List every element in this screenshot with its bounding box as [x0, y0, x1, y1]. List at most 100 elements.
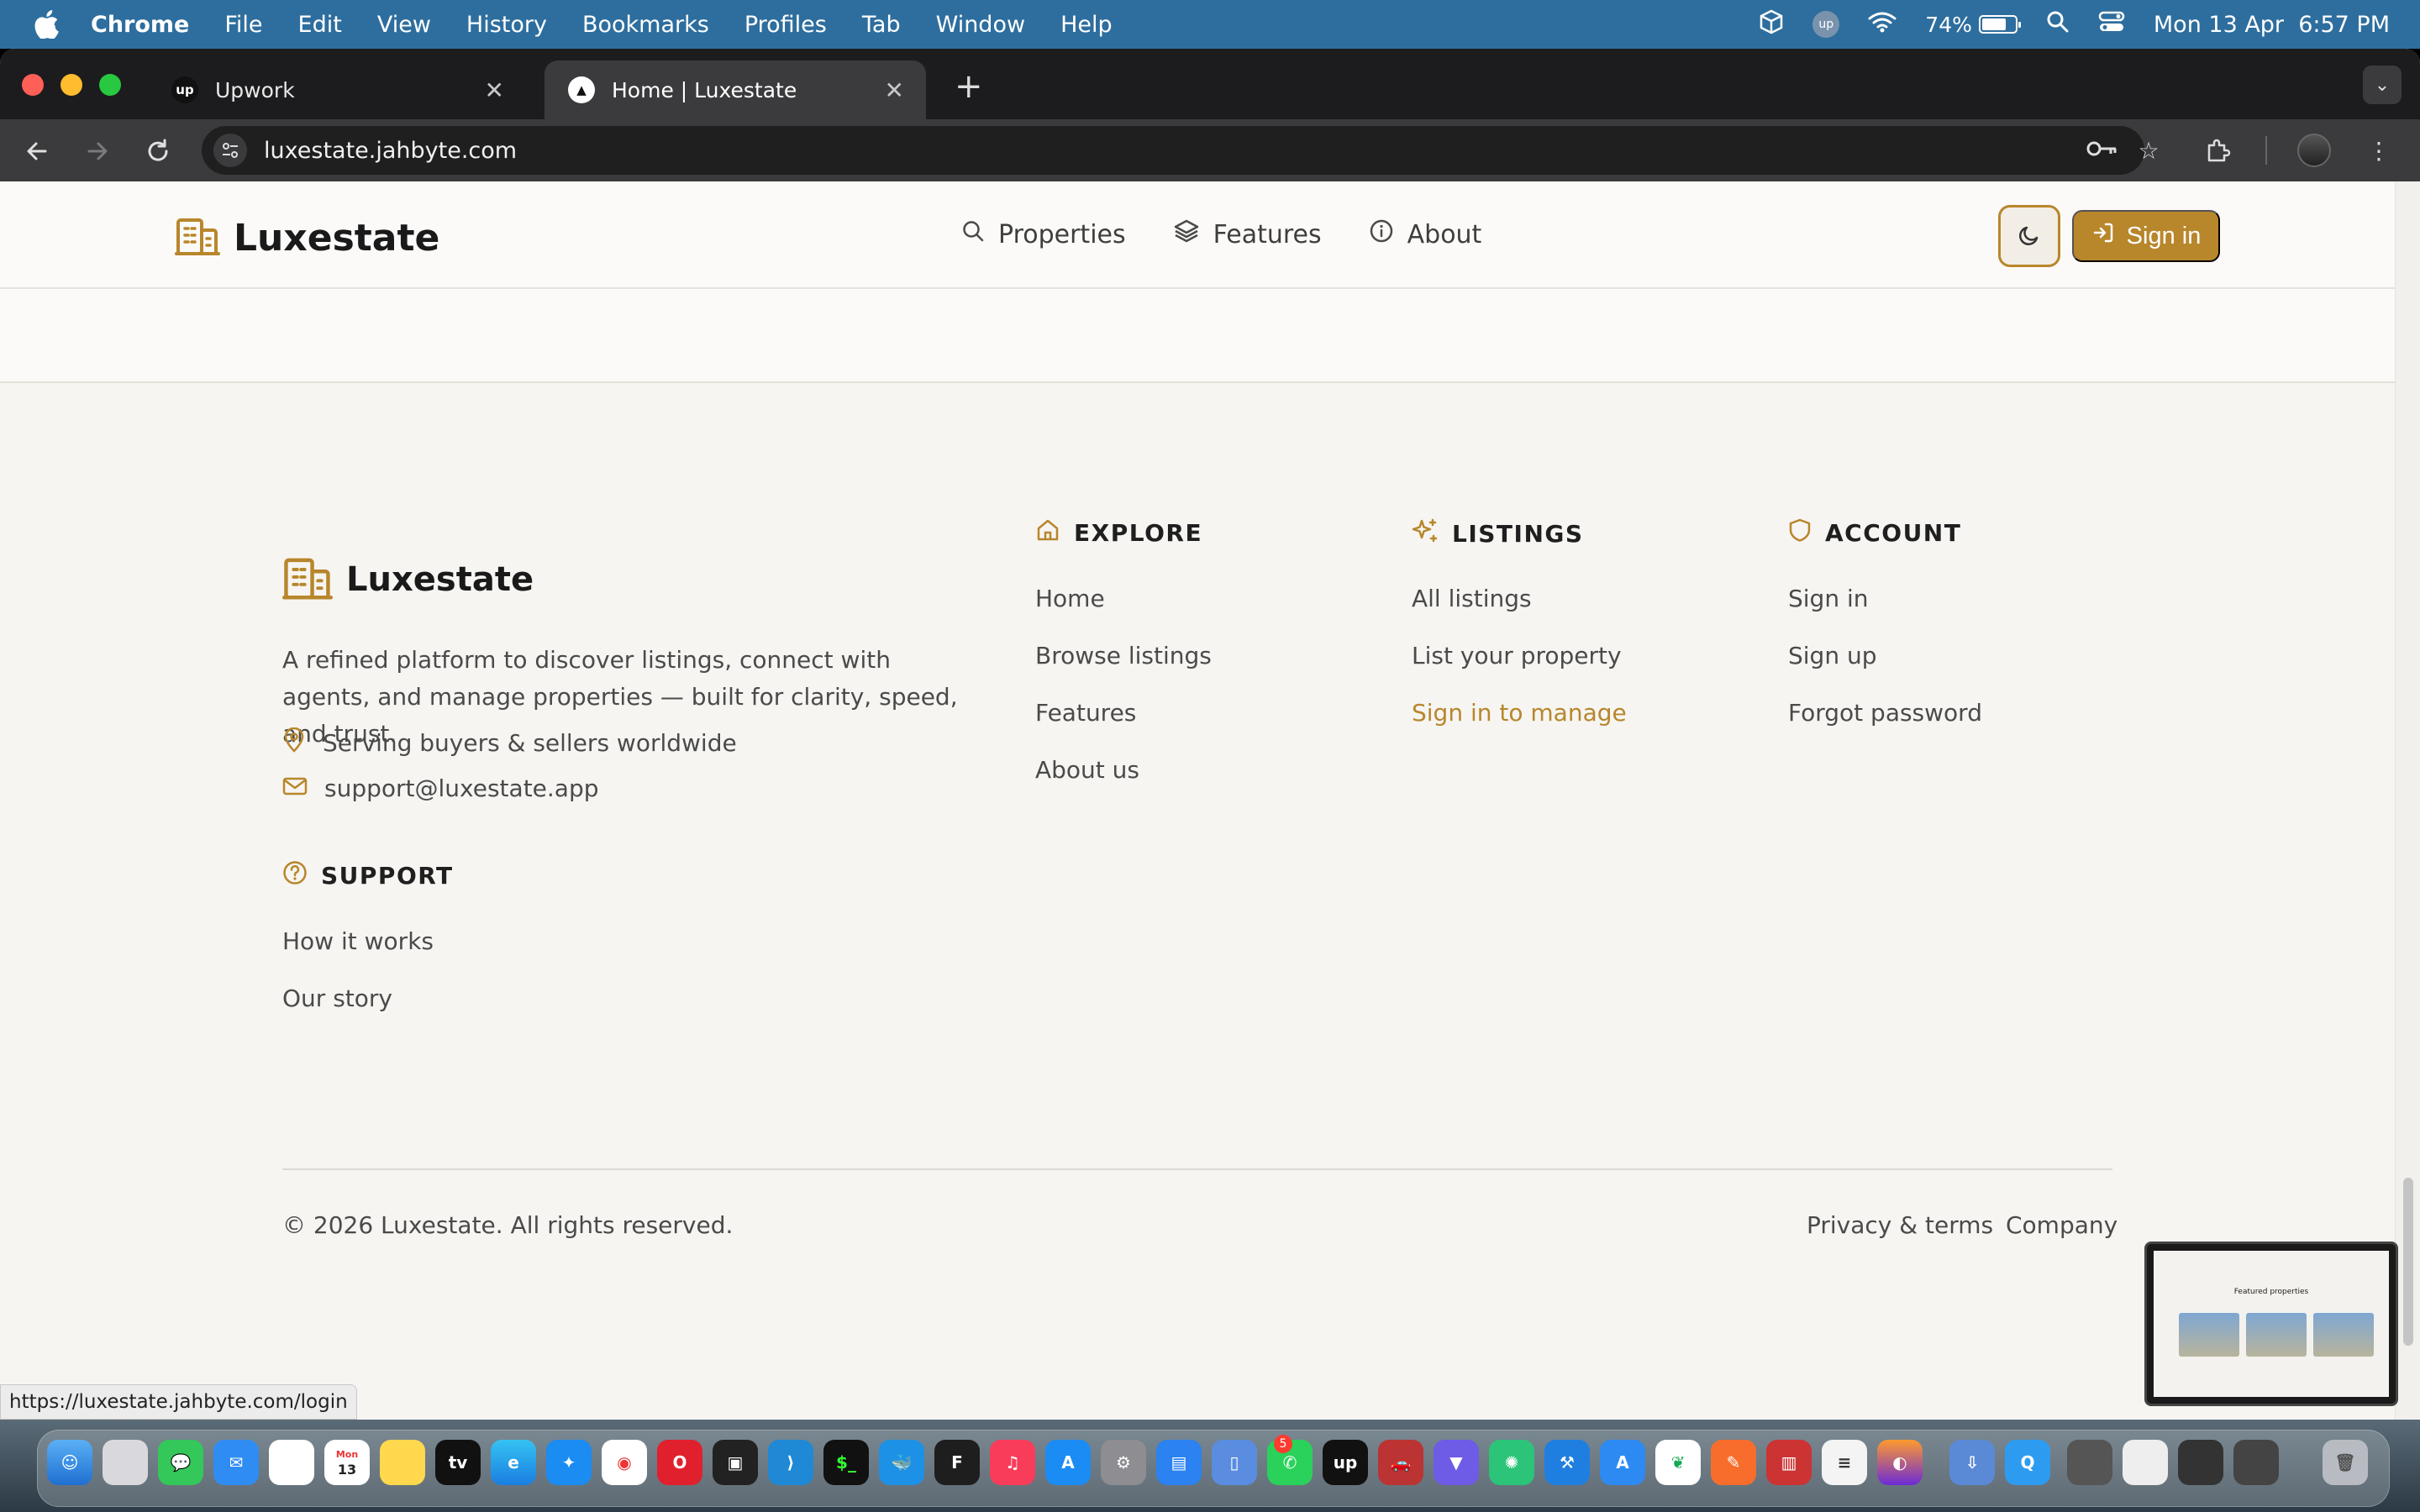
scrollbar-thumb[interactable]: [2403, 1178, 2413, 1346]
recent-window-thumbnail[interactable]: [2233, 1440, 2279, 1485]
mongodb-icon[interactable]: ❦: [1655, 1440, 1701, 1485]
upwork-app-icon[interactable]: up: [1323, 1440, 1368, 1485]
address-bar[interactable]: luxestate.jahbyte.com: [202, 126, 2144, 175]
car-app-icon[interactable]: 🚗: [1378, 1440, 1423, 1485]
firefox-icon[interactable]: ◐: [1877, 1440, 1923, 1485]
figma-icon[interactable]: F: [934, 1440, 980, 1485]
archiver-icon[interactable]: ▥: [1766, 1440, 1812, 1485]
system-settings-icon[interactable]: ⚙: [1101, 1440, 1146, 1485]
footer-link-features[interactable]: Features: [1035, 699, 1136, 727]
new-tab-button[interactable]: +: [955, 67, 983, 106]
footer-logo[interactable]: Luxestate: [282, 554, 534, 605]
terminal-icon[interactable]: $_: [823, 1440, 869, 1485]
picture-in-picture-preview[interactable]: Featured properties: [2144, 1242, 2398, 1406]
downloads-folder-icon[interactable]: ⇩: [1949, 1440, 1995, 1485]
footer-link-our-story[interactable]: Our story: [282, 984, 392, 1012]
apple-tv-icon[interactable]: tv: [435, 1440, 481, 1485]
edge-icon[interactable]: e: [491, 1440, 536, 1485]
cube-app-icon[interactable]: ▣: [713, 1440, 758, 1485]
docker-icon[interactable]: 🐳: [879, 1440, 924, 1485]
close-tab-icon[interactable]: ✕: [485, 76, 504, 104]
calendar-icon[interactable]: Mon 13: [324, 1440, 370, 1485]
launchpad-icon[interactable]: [103, 1440, 148, 1485]
menu-profiles[interactable]: Profiles: [744, 12, 827, 38]
menu-help[interactable]: Help: [1060, 12, 1113, 38]
header-signin-button[interactable]: Sign in: [2072, 210, 2220, 262]
forward-arrow-icon[interactable]: [81, 134, 114, 168]
simulator-icon[interactable]: ▯: [1212, 1440, 1257, 1485]
control-center-icon[interactable]: [2098, 10, 2125, 39]
trash-icon[interactable]: 🗑: [2323, 1440, 2368, 1485]
battery-indicator[interactable]: 74%: [1925, 13, 2021, 37]
quicktime-icon[interactable]: Q: [2005, 1440, 2050, 1485]
page-scrollbar[interactable]: [2395, 181, 2420, 1420]
apple-menu-icon[interactable]: [30, 8, 62, 40]
chrome-menu-kebab-icon[interactable]: ⋮: [2361, 133, 2396, 168]
box-status-icon[interactable]: [1759, 9, 1784, 40]
footer-link-sign-in[interactable]: Sign in: [1788, 585, 1869, 612]
menu-file[interactable]: File: [224, 12, 262, 38]
extensions-puzzle-icon[interactable]: [2200, 133, 2235, 168]
fullscreen-window-button[interactable]: [99, 74, 121, 96]
theme-toggle-button[interactable]: [1998, 205, 2060, 267]
opera-icon[interactable]: O: [657, 1440, 702, 1485]
close-tab-icon[interactable]: ✕: [885, 76, 904, 104]
textedit-icon[interactable]: ≡: [1822, 1440, 1867, 1485]
menu-app-name[interactable]: Chrome: [91, 12, 189, 38]
footer-link-forgot-password[interactable]: Forgot password: [1788, 699, 1982, 727]
password-key-icon[interactable]: [2086, 137, 2119, 165]
menu-history[interactable]: History: [466, 12, 547, 38]
close-window-button[interactable]: [22, 74, 44, 96]
footer-link-company[interactable]: Company: [2006, 1211, 2118, 1239]
footer-link-all-listings[interactable]: All listings: [1412, 585, 1532, 612]
recent-window-thumbnail[interactable]: [2123, 1440, 2168, 1485]
vscode-icon[interactable]: ⟩: [768, 1440, 813, 1485]
recent-window-thumbnail[interactable]: [2178, 1440, 2223, 1485]
footer-link-how-it-works[interactable]: How it works: [282, 927, 434, 955]
site-info-icon[interactable]: [213, 134, 247, 167]
nav-features[interactable]: Features: [1173, 218, 1322, 250]
xcode-icon[interactable]: ⚒: [1544, 1440, 1590, 1485]
footer-email[interactable]: support@luxestate.app: [282, 774, 599, 802]
menu-window[interactable]: Window: [936, 12, 1025, 38]
mail-app-icon[interactable]: ✉: [213, 1440, 259, 1485]
nav-properties[interactable]: Properties: [961, 218, 1126, 250]
files-icon[interactable]: ▤: [1156, 1440, 1202, 1485]
tab-upwork[interactable]: up Upwork ✕: [148, 60, 526, 119]
music-icon[interactable]: ♫: [990, 1440, 1035, 1485]
back-arrow-icon[interactable]: [20, 134, 54, 168]
app-store-icon[interactable]: A: [1045, 1440, 1091, 1485]
chatgpt-icon[interactable]: ✺: [1489, 1440, 1534, 1485]
footer-link-home[interactable]: Home: [1035, 585, 1105, 612]
notes-icon[interactable]: [380, 1440, 425, 1485]
site-logo[interactable]: Luxestate: [175, 215, 439, 260]
safari-icon[interactable]: ✦: [546, 1440, 592, 1485]
menu-bookmarks[interactable]: Bookmarks: [582, 12, 709, 38]
photos-icon[interactable]: ✿: [269, 1440, 314, 1485]
instruments-icon[interactable]: A: [1600, 1440, 1645, 1485]
tab-luxestate[interactable]: ▲ Home | Luxestate ✕: [544, 60, 926, 119]
footer-link-sign-up[interactable]: Sign up: [1788, 642, 1877, 669]
postman-icon[interactable]: ✎: [1711, 1440, 1756, 1485]
menu-edit[interactable]: Edit: [298, 12, 342, 38]
footer-link-privacy-terms[interactable]: Privacy & terms: [1807, 1211, 1993, 1239]
footer-link-browse-listings[interactable]: Browse listings: [1035, 642, 1212, 669]
finder-icon[interactable]: ☺: [47, 1440, 92, 1485]
messages-icon[interactable]: 💬: [158, 1440, 203, 1485]
reload-icon[interactable]: [141, 134, 175, 168]
menubar-clock[interactable]: Mon 13 Apr 6:57 PM: [2154, 12, 2390, 38]
profile-avatar[interactable]: [2297, 134, 2331, 167]
proton-vpn-icon[interactable]: ▼: [1434, 1440, 1479, 1485]
chrome-icon[interactable]: ◉: [602, 1440, 647, 1485]
footer-link-about-us[interactable]: About us: [1035, 756, 1139, 784]
menu-view[interactable]: View: [377, 12, 431, 38]
bookmark-star-icon[interactable]: ☆: [2131, 133, 2166, 168]
upwork-status-icon[interactable]: up: [1812, 11, 1840, 38]
spotlight-search-icon[interactable]: [2046, 10, 2070, 39]
footer-link-list-your-property[interactable]: List your property: [1412, 642, 1622, 669]
nav-about[interactable]: About: [1369, 218, 1481, 250]
menu-tab[interactable]: Tab: [862, 12, 901, 38]
minimize-window-button[interactable]: [60, 74, 82, 96]
recent-window-thumbnail[interactable]: [2067, 1440, 2112, 1485]
wifi-icon[interactable]: [1868, 11, 1897, 39]
